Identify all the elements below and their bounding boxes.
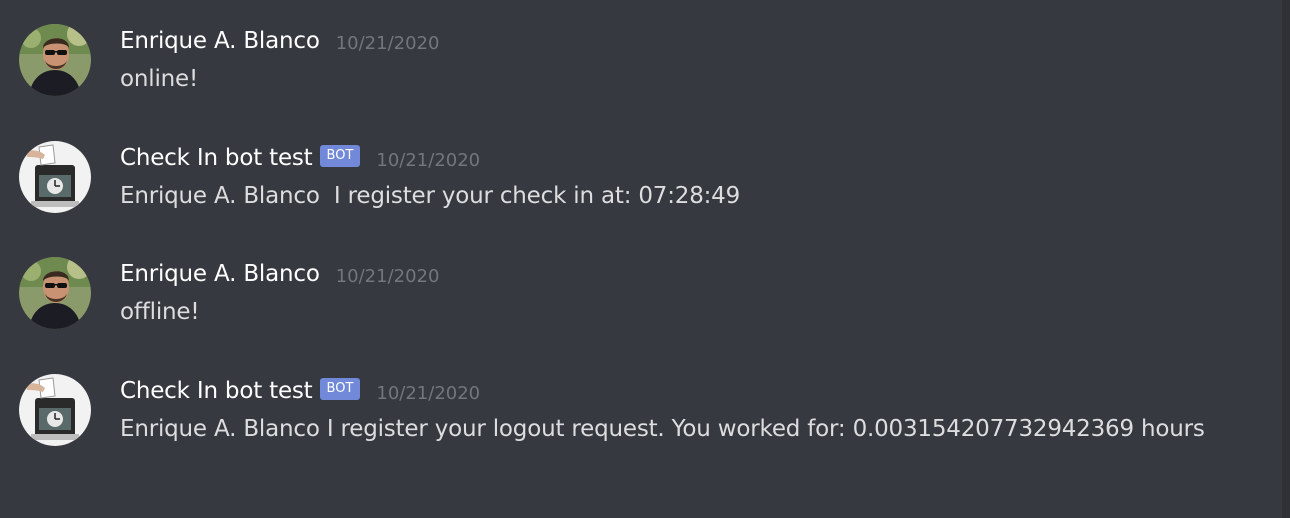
username[interactable]: Check In bot test — [120, 378, 313, 404]
message-header: Enrique A. Blanco 10/21/2020 — [120, 24, 1230, 58]
timestamp[interactable]: 10/21/2020 — [336, 266, 440, 287]
timestamp[interactable]: 10/21/2020 — [376, 383, 480, 404]
user-photo-icon — [19, 24, 91, 96]
user-avatar[interactable] — [19, 257, 91, 329]
message-header: Check In bot test BOT 10/21/2020 — [120, 374, 1230, 408]
timestamp[interactable]: 10/21/2020 — [376, 150, 480, 171]
timestamp[interactable]: 10/21/2020 — [336, 33, 440, 54]
bot-badge: BOT — [319, 145, 361, 167]
message-content: Check In bot test BOT 10/21/2020 Enrique… — [120, 141, 1230, 215]
message-header: Enrique A. Blanco 10/21/2020 — [120, 257, 1230, 291]
message-header: Check In bot test BOT 10/21/2020 — [120, 141, 1230, 175]
bot-badge: BOT — [319, 378, 361, 400]
message-text: Enrique A. Blanco I register your logout… — [120, 416, 1205, 442]
message-list: Enrique A. Blanco 10/21/2020 online! Che… — [0, 0, 1290, 518]
username[interactable]: Enrique A. Blanco — [120, 261, 320, 287]
bot-avatar[interactable] — [19, 374, 91, 446]
message-text: offline! — [120, 299, 200, 325]
time-clock-icon — [19, 141, 91, 213]
time-clock-icon — [19, 374, 91, 446]
message-content: Enrique A. Blanco 10/21/2020 offline! — [120, 257, 1230, 331]
username[interactable]: Enrique A. Blanco — [120, 28, 320, 54]
user-avatar[interactable] — [19, 24, 91, 96]
message-content: Enrique A. Blanco 10/21/2020 online! — [120, 24, 1230, 98]
message-text: Enrique A. Blanco I register your check … — [120, 183, 741, 209]
scrollbar[interactable] — [1282, 0, 1290, 518]
username[interactable]: Check In bot test — [120, 145, 313, 171]
bot-avatar[interactable] — [19, 141, 91, 213]
user-photo-icon — [19, 257, 91, 329]
message-content: Check In bot test BOT 10/21/2020 Enrique… — [120, 374, 1230, 448]
message-text: online! — [120, 66, 198, 92]
